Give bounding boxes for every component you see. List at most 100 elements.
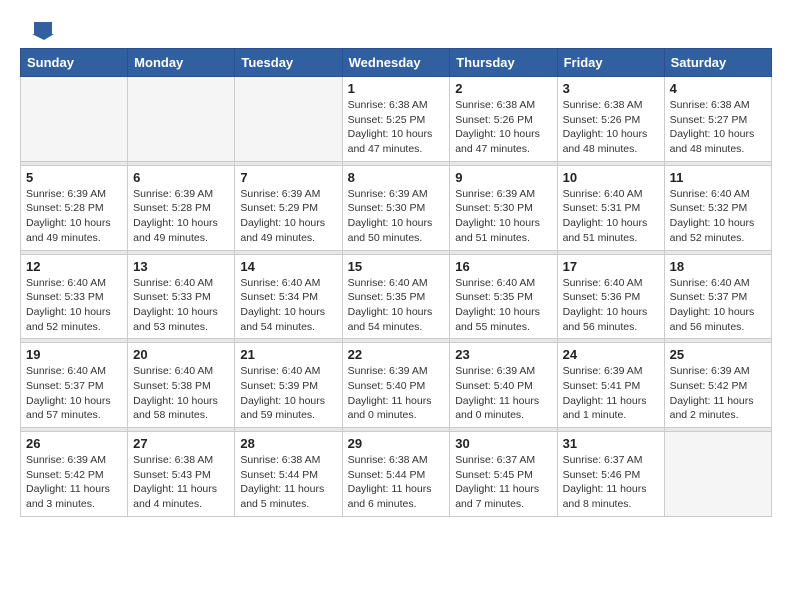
day-info: Sunrise: 6:39 AMSunset: 5:29 PMDaylight:… xyxy=(240,187,336,246)
week-row-2: 5 Sunrise: 6:39 AMSunset: 5:28 PMDaylight… xyxy=(21,165,772,250)
day-number: 1 xyxy=(348,81,445,96)
day-number: 30 xyxy=(455,436,551,451)
day-info: Sunrise: 6:40 AMSunset: 5:33 PMDaylight:… xyxy=(133,276,229,335)
day-number: 15 xyxy=(348,259,445,274)
header-sunday: Sunday xyxy=(21,49,128,77)
day-info: Sunrise: 6:39 AMSunset: 5:30 PMDaylight:… xyxy=(348,187,445,246)
calendar-cell: 29 Sunrise: 6:38 AMSunset: 5:44 PMDayligh… xyxy=(342,432,450,517)
calendar-cell: 30 Sunrise: 6:37 AMSunset: 5:45 PMDayligh… xyxy=(450,432,557,517)
calendar-cell: 17 Sunrise: 6:40 AMSunset: 5:36 PMDayligh… xyxy=(557,254,664,339)
calendar-cell: 9 Sunrise: 6:39 AMSunset: 5:30 PMDaylight… xyxy=(450,165,557,250)
calendar-cell: 11 Sunrise: 6:40 AMSunset: 5:32 PMDayligh… xyxy=(664,165,771,250)
day-info: Sunrise: 6:38 AMSunset: 5:27 PMDaylight:… xyxy=(670,98,766,157)
week-row-4: 19 Sunrise: 6:40 AMSunset: 5:37 PMDayligh… xyxy=(21,343,772,428)
day-info: Sunrise: 6:37 AMSunset: 5:46 PMDaylight:… xyxy=(563,453,659,512)
day-info: Sunrise: 6:37 AMSunset: 5:45 PMDaylight:… xyxy=(455,453,551,512)
day-info: Sunrise: 6:38 AMSunset: 5:25 PMDaylight:… xyxy=(348,98,445,157)
calendar-cell: 5 Sunrise: 6:39 AMSunset: 5:28 PMDaylight… xyxy=(21,165,128,250)
day-number: 9 xyxy=(455,170,551,185)
calendar-cell: 28 Sunrise: 6:38 AMSunset: 5:44 PMDayligh… xyxy=(235,432,342,517)
day-info: Sunrise: 6:39 AMSunset: 5:41 PMDaylight:… xyxy=(563,364,659,423)
day-info: Sunrise: 6:40 AMSunset: 5:38 PMDaylight:… xyxy=(133,364,229,423)
header-saturday: Saturday xyxy=(664,49,771,77)
day-number: 13 xyxy=(133,259,229,274)
calendar-cell: 8 Sunrise: 6:39 AMSunset: 5:30 PMDaylight… xyxy=(342,165,450,250)
day-number: 27 xyxy=(133,436,229,451)
day-info: Sunrise: 6:40 AMSunset: 5:39 PMDaylight:… xyxy=(240,364,336,423)
day-info: Sunrise: 6:39 AMSunset: 5:30 PMDaylight:… xyxy=(455,187,551,246)
day-number: 6 xyxy=(133,170,229,185)
header-monday: Monday xyxy=(128,49,235,77)
calendar-cell xyxy=(128,77,235,162)
calendar-cell xyxy=(21,77,128,162)
calendar-cell xyxy=(235,77,342,162)
day-info: Sunrise: 6:38 AMSunset: 5:26 PMDaylight:… xyxy=(455,98,551,157)
week-row-3: 12 Sunrise: 6:40 AMSunset: 5:33 PMDayligh… xyxy=(21,254,772,339)
day-info: Sunrise: 6:39 AMSunset: 5:42 PMDaylight:… xyxy=(26,453,122,512)
day-info: Sunrise: 6:38 AMSunset: 5:43 PMDaylight:… xyxy=(133,453,229,512)
week-row-1: 1 Sunrise: 6:38 AMSunset: 5:25 PMDaylight… xyxy=(21,77,772,162)
day-info: Sunrise: 6:39 AMSunset: 5:28 PMDaylight:… xyxy=(133,187,229,246)
calendar-header-row: SundayMondayTuesdayWednesdayThursdayFrid… xyxy=(21,49,772,77)
calendar-cell: 6 Sunrise: 6:39 AMSunset: 5:28 PMDaylight… xyxy=(128,165,235,250)
calendar-cell: 25Sunrise: 6:39 AMSunset: 5:42 PMDayligh… xyxy=(664,343,771,428)
calendar-cell: 12 Sunrise: 6:40 AMSunset: 5:33 PMDayligh… xyxy=(21,254,128,339)
day-number: 5 xyxy=(26,170,122,185)
header-tuesday: Tuesday xyxy=(235,49,342,77)
week-row-5: 26 Sunrise: 6:39 AMSunset: 5:42 PMDayligh… xyxy=(21,432,772,517)
day-number: 28 xyxy=(240,436,336,451)
day-info: Sunrise: 6:40 AMSunset: 5:37 PMDaylight:… xyxy=(670,276,766,335)
day-number: 21 xyxy=(240,347,336,362)
day-number: 31 xyxy=(563,436,659,451)
day-number: 19 xyxy=(26,347,122,362)
calendar-cell: 16Sunrise: 6:40 AMSunset: 5:35 PMDayligh… xyxy=(450,254,557,339)
day-number: 18 xyxy=(670,259,766,274)
page-header xyxy=(20,20,772,40)
day-number: 8 xyxy=(348,170,445,185)
day-info: Sunrise: 6:38 AMSunset: 5:44 PMDaylight:… xyxy=(348,453,445,512)
calendar-cell: 27 Sunrise: 6:38 AMSunset: 5:43 PMDayligh… xyxy=(128,432,235,517)
logo-icon xyxy=(24,20,54,40)
calendar-cell: 13 Sunrise: 6:40 AMSunset: 5:33 PMDayligh… xyxy=(128,254,235,339)
calendar-cell: 31 Sunrise: 6:37 AMSunset: 5:46 PMDayligh… xyxy=(557,432,664,517)
day-number: 25 xyxy=(670,347,766,362)
calendar-cell: 4Sunrise: 6:38 AMSunset: 5:27 PMDaylight… xyxy=(664,77,771,162)
day-info: Sunrise: 6:40 AMSunset: 5:33 PMDaylight:… xyxy=(26,276,122,335)
calendar-cell: 3 Sunrise: 6:38 AMSunset: 5:26 PMDaylight… xyxy=(557,77,664,162)
header-friday: Friday xyxy=(557,49,664,77)
calendar-cell: 1 Sunrise: 6:38 AMSunset: 5:25 PMDaylight… xyxy=(342,77,450,162)
day-number: 12 xyxy=(26,259,122,274)
day-info: Sunrise: 6:40 AMSunset: 5:34 PMDaylight:… xyxy=(240,276,336,335)
day-number: 23 xyxy=(455,347,551,362)
day-info: Sunrise: 6:39 AMSunset: 5:28 PMDaylight:… xyxy=(26,187,122,246)
calendar-table: SundayMondayTuesdayWednesdayThursdayFrid… xyxy=(20,48,772,517)
day-info: Sunrise: 6:39 AMSunset: 5:40 PMDaylight:… xyxy=(455,364,551,423)
day-number: 7 xyxy=(240,170,336,185)
calendar-cell: 2Sunrise: 6:38 AMSunset: 5:26 PMDaylight… xyxy=(450,77,557,162)
calendar-cell: 22Sunrise: 6:39 AMSunset: 5:40 PMDayligh… xyxy=(342,343,450,428)
calendar-cell: 23 Sunrise: 6:39 AMSunset: 5:40 PMDayligh… xyxy=(450,343,557,428)
calendar-cell: 7 Sunrise: 6:39 AMSunset: 5:29 PMDaylight… xyxy=(235,165,342,250)
day-info: Sunrise: 6:38 AMSunset: 5:26 PMDaylight:… xyxy=(563,98,659,157)
calendar-cell: 24Sunrise: 6:39 AMSunset: 5:41 PMDayligh… xyxy=(557,343,664,428)
calendar-cell: 15 Sunrise: 6:40 AMSunset: 5:35 PMDayligh… xyxy=(342,254,450,339)
day-info: Sunrise: 6:40 AMSunset: 5:31 PMDaylight:… xyxy=(563,187,659,246)
day-number: 11 xyxy=(670,170,766,185)
day-number: 29 xyxy=(348,436,445,451)
day-number: 3 xyxy=(563,81,659,96)
day-info: Sunrise: 6:40 AMSunset: 5:32 PMDaylight:… xyxy=(670,187,766,246)
day-number: 10 xyxy=(563,170,659,185)
day-number: 20 xyxy=(133,347,229,362)
day-info: Sunrise: 6:40 AMSunset: 5:35 PMDaylight:… xyxy=(348,276,445,335)
calendar-cell: 20 Sunrise: 6:40 AMSunset: 5:38 PMDayligh… xyxy=(128,343,235,428)
day-number: 26 xyxy=(26,436,122,451)
day-info: Sunrise: 6:38 AMSunset: 5:44 PMDaylight:… xyxy=(240,453,336,512)
day-number: 22 xyxy=(348,347,445,362)
day-info: Sunrise: 6:40 AMSunset: 5:35 PMDaylight:… xyxy=(455,276,551,335)
header-thursday: Thursday xyxy=(450,49,557,77)
day-number: 17 xyxy=(563,259,659,274)
calendar-cell: 21 Sunrise: 6:40 AMSunset: 5:39 PMDayligh… xyxy=(235,343,342,428)
day-info: Sunrise: 6:40 AMSunset: 5:37 PMDaylight:… xyxy=(26,364,122,423)
calendar-cell: 14Sunrise: 6:40 AMSunset: 5:34 PMDayligh… xyxy=(235,254,342,339)
day-info: Sunrise: 6:40 AMSunset: 5:36 PMDaylight:… xyxy=(563,276,659,335)
